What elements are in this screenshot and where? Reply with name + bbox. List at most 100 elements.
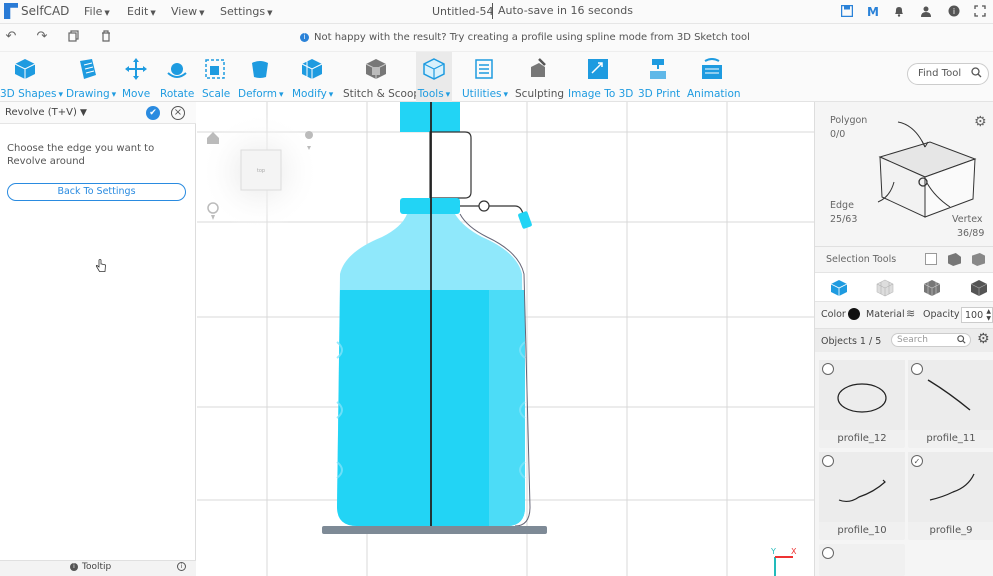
tool-3d-print[interactable]: 3D Print xyxy=(638,52,681,102)
selfcad-logo-icon xyxy=(4,3,18,19)
3d-viewport[interactable]: top Y X xyxy=(197,102,814,576)
object-thumbnail[interactable]: profile_12 xyxy=(819,360,905,448)
tool-label: Rotate xyxy=(160,88,195,100)
objects-settings-gear-icon[interactable]: ⚙ xyxy=(977,331,990,347)
menu-edit[interactable]: Edit ▼ xyxy=(127,5,156,18)
menu-edit-label: Edit xyxy=(127,5,149,18)
bottle-cap-outline[interactable] xyxy=(429,131,472,199)
objects-search-input[interactable]: Search xyxy=(891,333,971,347)
box-select-icon[interactable] xyxy=(925,253,937,265)
tool-stitch-scoop[interactable]: Stitch & Scoop xyxy=(343,52,420,102)
vertex-mode-icon[interactable] xyxy=(970,279,988,297)
polygon-pointer-line xyxy=(897,121,926,148)
select-similar-icon[interactable] xyxy=(948,253,961,266)
info-message-text: Not happy with the result? Try creating … xyxy=(314,32,750,43)
object-select-radio[interactable] xyxy=(822,363,834,375)
axis-y-label: Y xyxy=(770,547,776,556)
opacity-label: Opacity xyxy=(923,309,960,320)
tool-rotate[interactable]: Rotate xyxy=(160,52,194,102)
object-select-radio[interactable] xyxy=(822,547,834,559)
search-icon xyxy=(957,335,966,347)
chevron-down-icon: ▾ xyxy=(328,90,334,100)
bottle-tag[interactable] xyxy=(518,211,533,229)
menu-file[interactable]: File ▼ xyxy=(84,5,110,18)
stitch-scoop-icon xyxy=(365,59,387,79)
tooltip-info-icon[interactable]: i xyxy=(177,562,186,571)
tools-icon xyxy=(423,58,445,80)
tool-label: Image To 3D xyxy=(568,88,634,100)
menu-view[interactable]: View ▼ xyxy=(171,5,205,18)
scene-canvas[interactable]: top Y X xyxy=(197,102,814,576)
tool-image-to-3d[interactable]: Image To 3D xyxy=(568,52,634,102)
tool-tools[interactable]: Tools ▾ xyxy=(416,52,452,102)
save-icon[interactable] xyxy=(840,4,854,19)
svg-text:i: i xyxy=(953,7,955,16)
chevron-down-icon: ▼ xyxy=(150,9,156,17)
tool-move[interactable]: Move xyxy=(122,52,150,102)
notifications-bell-icon[interactable] xyxy=(892,5,906,19)
object-thumbnail[interactable]: profile_10 xyxy=(819,452,905,540)
myminifactory-icon[interactable]: M xyxy=(866,5,880,19)
edge-mode-icon[interactable] xyxy=(923,279,941,297)
tooltip-bar[interactable]: i Tooltip i xyxy=(0,560,196,576)
view-cube[interactable]: top xyxy=(200,112,320,232)
undo-icon[interactable]: ↶ xyxy=(4,30,18,44)
menu-file-label: File xyxy=(84,5,103,18)
menu-settings[interactable]: Settings ▼ xyxy=(220,5,273,18)
fullscreen-icon[interactable] xyxy=(973,5,987,19)
tag-string xyxy=(460,205,524,215)
edge-label: Edge xyxy=(830,200,854,211)
material-icon[interactable]: ≋ xyxy=(906,307,915,320)
selfcad-logo[interactable]: SelfCAD xyxy=(4,3,69,19)
find-tool-input[interactable]: Find Tool xyxy=(907,63,989,85)
chevron-down-icon: ▼ xyxy=(199,9,205,17)
water-bottle-model[interactable] xyxy=(322,102,547,534)
selection-mode-cube[interactable] xyxy=(870,117,985,227)
object-select-radio[interactable] xyxy=(911,363,923,375)
stepper-arrows-icon[interactable]: ▲ ▼ xyxy=(986,308,991,322)
tool-3d-shapes[interactable]: 3D Shapes ▾ xyxy=(0,52,63,102)
deform-icon xyxy=(252,61,268,78)
back-to-settings-button[interactable]: Back To Settings xyxy=(7,183,186,201)
object-thumbnail[interactable] xyxy=(819,544,905,576)
object-mode-icon[interactable] xyxy=(830,279,848,297)
redo-icon[interactable]: ↷ xyxy=(35,30,49,44)
tool-utilities[interactable]: Utilities ▾ xyxy=(462,52,508,102)
color-swatch[interactable] xyxy=(848,308,860,320)
tool-drawing[interactable]: Drawing ▾ xyxy=(66,52,116,102)
object-thumbnail[interactable]: ✓ profile_9 xyxy=(908,452,993,540)
top-bar: SelfCAD File ▼ Edit ▼ View ▼ Settings ▼ Unti… xyxy=(0,0,993,24)
select-all-icon[interactable] xyxy=(972,253,985,266)
copy-icon[interactable] xyxy=(67,30,81,44)
bottle-base-plate[interactable] xyxy=(322,526,547,534)
close-icon[interactable]: × xyxy=(171,106,185,120)
3d-print-icon xyxy=(650,59,666,79)
tool-label: 3D Print xyxy=(638,88,681,100)
tool-deform[interactable]: Deform ▾ xyxy=(238,52,284,102)
tool-sculpting[interactable]: Sculpting xyxy=(515,52,564,102)
object-select-radio[interactable]: ✓ xyxy=(911,455,923,467)
user-profile-icon[interactable] xyxy=(919,5,933,19)
bottle-collar[interactable] xyxy=(400,198,460,214)
bottle-neck-top[interactable] xyxy=(400,102,460,132)
confirm-check-icon[interactable]: ✔ xyxy=(146,106,160,120)
tool-animation[interactable]: Animation xyxy=(687,52,741,102)
chevron-down-icon: ▼ xyxy=(267,9,273,17)
object-thumbnail[interactable]: profile_11 xyxy=(908,360,993,448)
help-icon[interactable]: i xyxy=(947,5,961,19)
chevron-down-icon: ▼ xyxy=(80,108,87,118)
tool-modify[interactable]: Modify ▾ xyxy=(292,52,334,102)
delete-icon[interactable] xyxy=(99,30,113,44)
polygon-mode-icon[interactable] xyxy=(876,279,894,297)
tool-scale[interactable]: Scale xyxy=(202,52,230,102)
document-title[interactable]: Untitled-54 xyxy=(432,5,493,18)
main-toolbar: 3D Shapes ▾ Drawing ▾ Move Rotate Scale Deform ▾… xyxy=(0,52,993,102)
tool-label: 3D Shapes ▾ xyxy=(0,88,63,100)
cube-icon xyxy=(14,59,36,79)
selection-tools-label: Selection Tools xyxy=(826,254,897,265)
animation-icon xyxy=(702,58,722,79)
divider xyxy=(815,246,993,247)
opacity-input[interactable]: 100 ▲ ▼ xyxy=(961,307,993,323)
panel-title[interactable]: Revolve (T+V) ▼ xyxy=(5,107,87,118)
object-select-radio[interactable] xyxy=(822,455,834,467)
